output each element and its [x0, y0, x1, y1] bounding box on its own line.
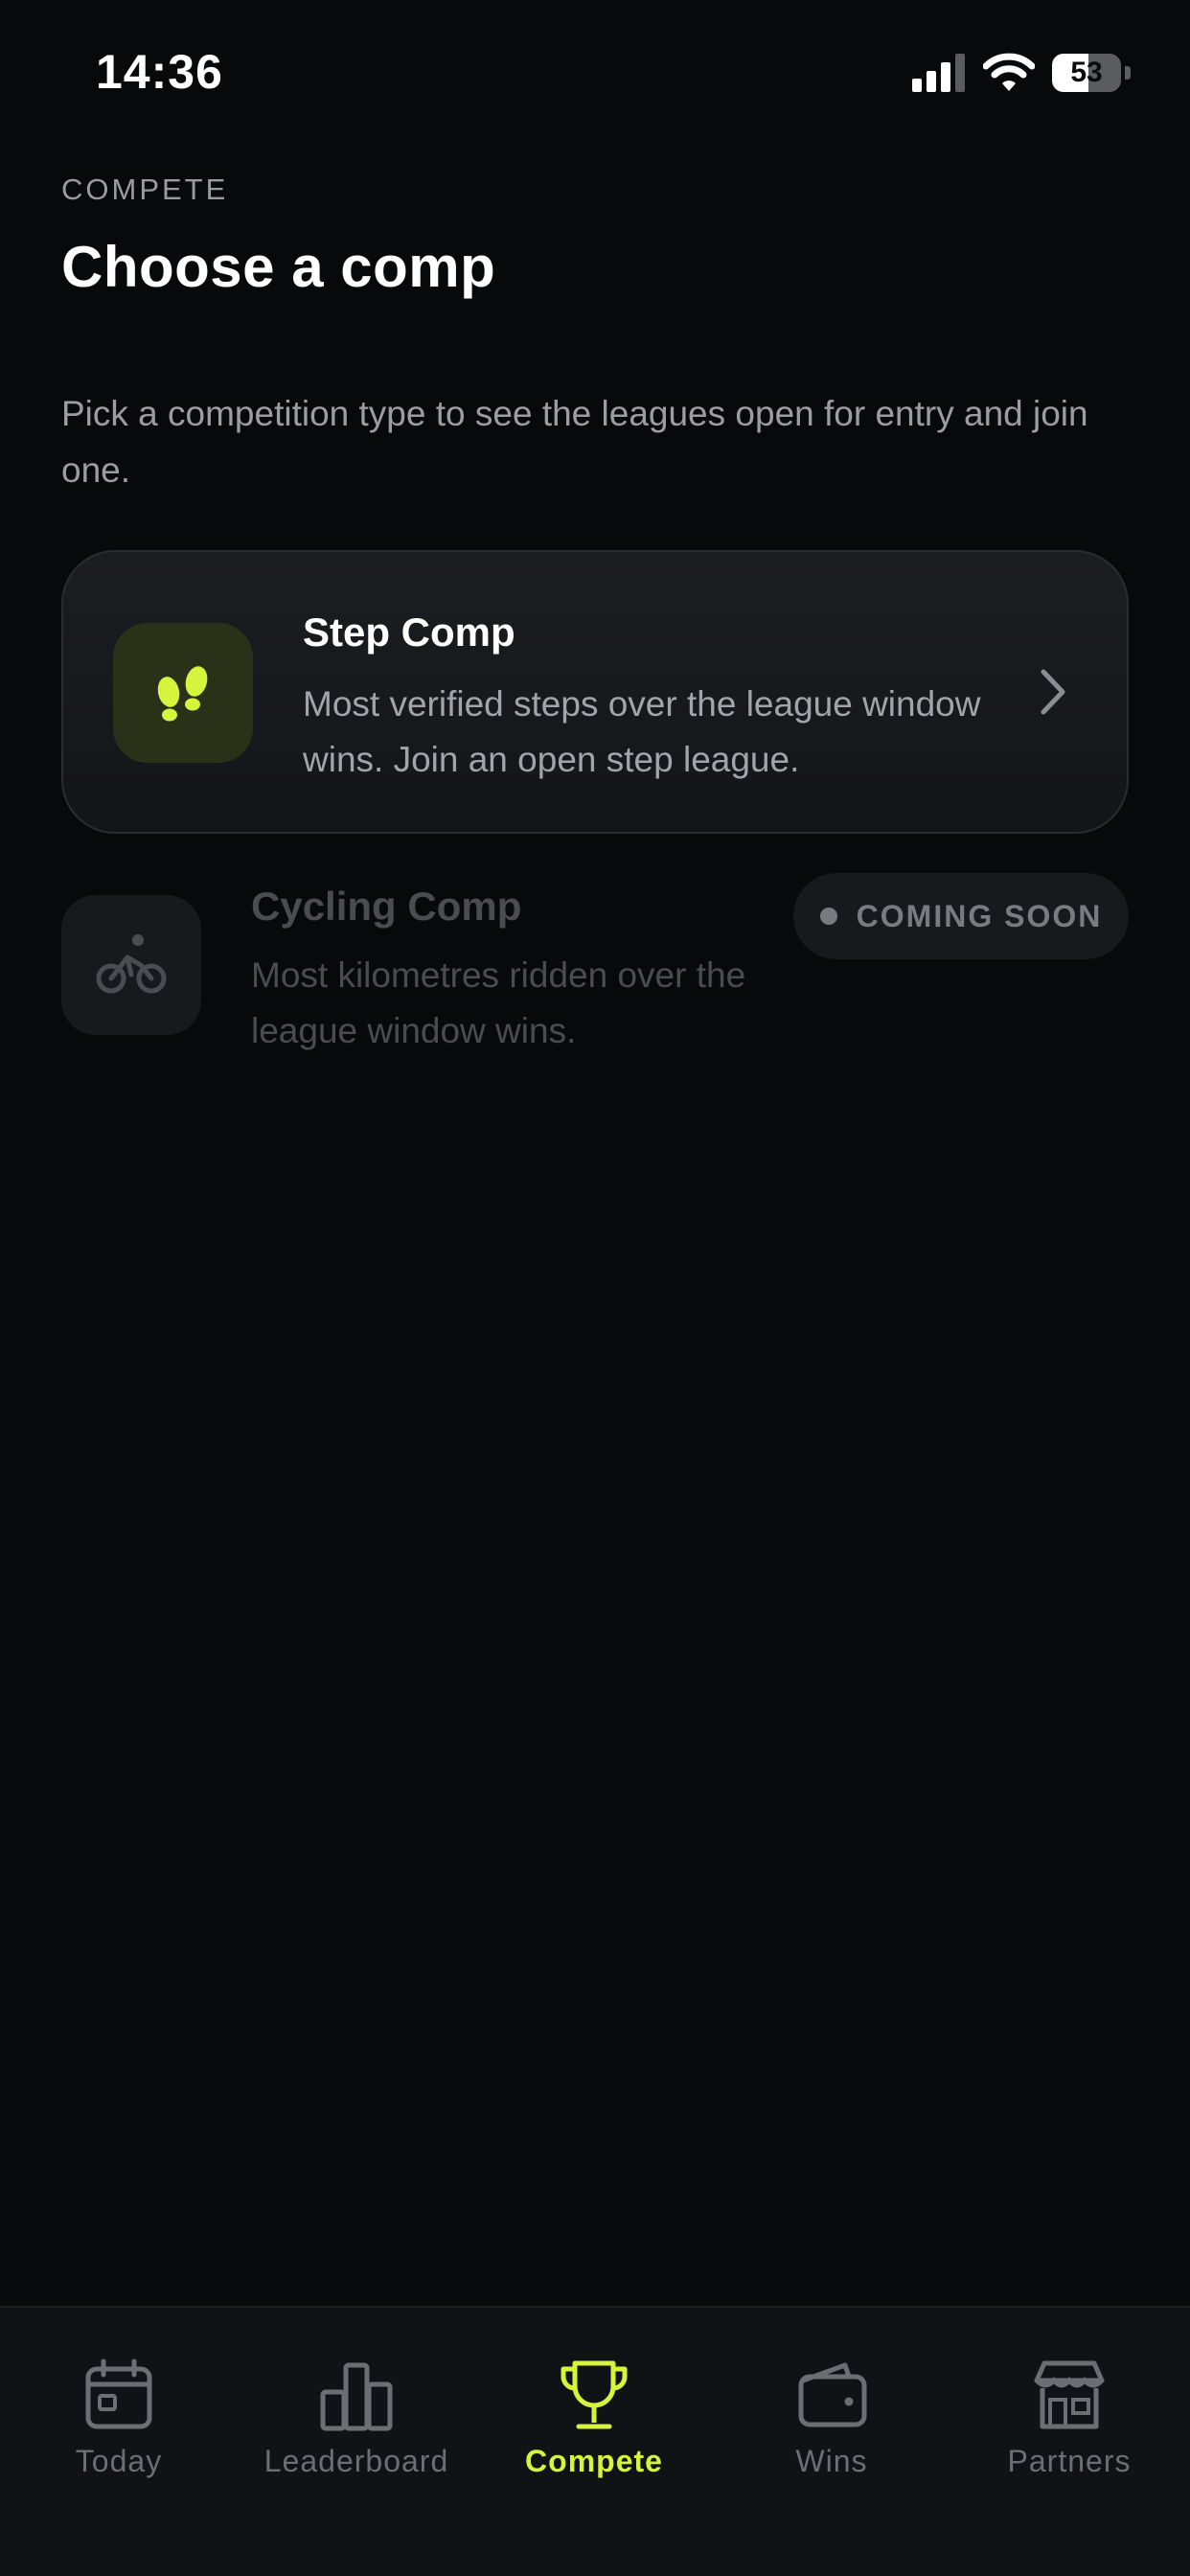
coming-soon-badge: COMING SOON [793, 873, 1129, 959]
cellular-signal-icon [912, 54, 965, 92]
cycling-comp-icon-tile [61, 895, 201, 1035]
cycling-comp-description: Most kilometres ridden over the league w… [251, 955, 746, 1050]
section-eyebrow: COMPETE [61, 172, 229, 206]
coming-soon-label: COMING SOON [856, 898, 1103, 933]
step-comp-title: Step Comp [303, 610, 515, 655]
battery-level: 53 [1070, 57, 1103, 88]
wifi-icon [983, 53, 1035, 91]
status-time: 14:36 [96, 45, 223, 99]
tab-leaderboard[interactable]: Leaderboard [238, 2358, 475, 2492]
status-icons: 53 [912, 52, 1131, 94]
cycling-comp-title: Cycling Comp [251, 884, 522, 929]
status-bar: 14:36 53 [0, 0, 1190, 144]
battery-nub [1125, 66, 1131, 80]
chevron-right-icon [1041, 669, 1065, 715]
battery-icon: 53 [1052, 54, 1121, 92]
tab-wins-label: Wins [795, 2444, 868, 2478]
leaderboard-icon [320, 2362, 393, 2431]
tab-compete[interactable]: Compete [475, 2358, 713, 2492]
storefront-icon [1034, 2360, 1105, 2429]
page-title: Choose a comp [61, 235, 496, 299]
step-comp-description: Most verified steps over the league wind… [303, 684, 981, 779]
page-intro: Pick a competition type to see the leagu… [61, 394, 1088, 490]
step-comp-card[interactable]: Step Comp Most verified steps over the l… [61, 550, 1129, 834]
tab-wins[interactable]: Wins [713, 2358, 950, 2492]
tab-leaderboard-label: Leaderboard [263, 2444, 449, 2478]
trophy-icon [561, 2360, 628, 2429]
step-comp-icon-tile [113, 623, 253, 763]
tab-partners[interactable]: Partners [950, 2358, 1188, 2492]
badge-dot [819, 908, 837, 925]
wallet-icon [798, 2362, 867, 2427]
tab-partners-label: Partners [1007, 2444, 1132, 2478]
calendar-icon [85, 2358, 152, 2429]
cyclist-icon [96, 934, 167, 994]
tab-today-label: Today [75, 2444, 163, 2478]
tab-compete-label: Compete [525, 2444, 663, 2478]
tab-bar: Today Leaderboard Compete Wins Partners [0, 2306, 1190, 2576]
footprints-icon [157, 666, 208, 722]
tab-today[interactable]: Today [0, 2358, 238, 2492]
